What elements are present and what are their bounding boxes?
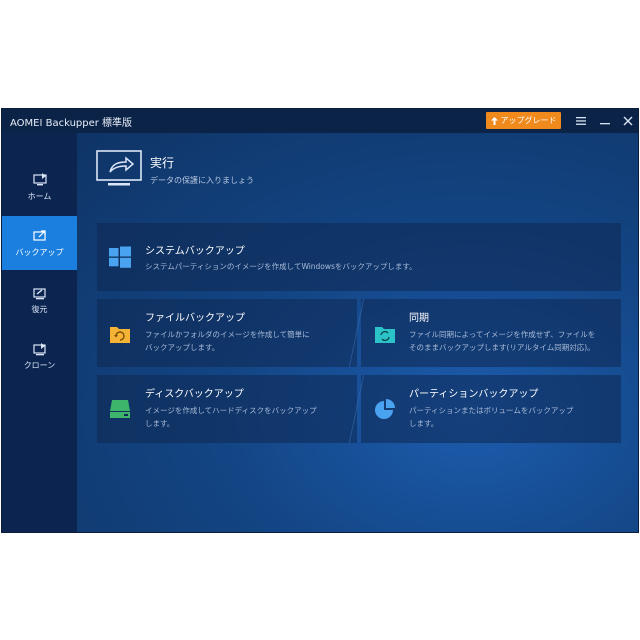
page-subtitle: データの保護に入りましょう — [150, 176, 254, 185]
card-description: します。 — [409, 419, 439, 428]
card-title: パーティションバックアップ — [409, 389, 539, 400]
card-description: ファイルかフォルダのイメージを作成して簡単に — [145, 330, 310, 339]
card-description: します。 — [145, 419, 175, 428]
card-description: イメージを作成してハードディスクをバックアップ — [145, 406, 317, 415]
sync-card[interactable]: 同期 ファイル同期によってイメージを作成せず、ファイルを そのままバックアップし… — [361, 299, 621, 367]
clone-icon — [32, 342, 46, 355]
sidebar-item-label: 復元 — [31, 304, 48, 314]
window-title: AOMEI Backupper 標準版 — [10, 117, 133, 129]
card-description: システムパーティションのイメージを作成してWindowsをバックアップします。 — [145, 262, 417, 271]
sidebar-item-label: クローン — [23, 360, 56, 370]
sidebar-item-home[interactable]: ホーム — [2, 160, 77, 214]
file-backup-card[interactable]: ファイルバックアップ ファイルかフォルダのイメージを作成して簡単に バックアップ… — [97, 299, 357, 367]
home-icon — [32, 172, 47, 185]
card-description: パーティションまたはボリュームをバックアップ — [409, 406, 574, 415]
card-description: バックアップします。 — [145, 343, 220, 352]
menu-icon[interactable] — [573, 113, 589, 129]
card-description: そのままバックアップします(リアルタイム同期対応)。 — [409, 343, 595, 352]
app-window: AOMEI Backupper 標準版 アップグレード ホーム バックアップ 復… — [1, 108, 639, 533]
sync-folder-icon — [375, 327, 395, 343]
system-backup-card[interactable]: システムバックアップ システムパーティションのイメージを作成してWindowsを… — [97, 223, 621, 291]
upgrade-button[interactable]: アップグレード — [486, 112, 561, 129]
title-bar: AOMEI Backupper 標準版 アップグレード — [2, 109, 638, 133]
partition-backup-card[interactable]: パーティションバックアップ パーティションまたはボリュームをバックアップ します… — [361, 375, 621, 443]
sidebar: ホーム バックアップ 復元 クローン — [2, 133, 77, 532]
sidebar-item-label: バックアップ — [15, 247, 64, 257]
card-title: ディスクバックアップ — [145, 389, 244, 400]
restore-icon — [32, 287, 46, 299]
upgrade-label: アップグレード — [500, 116, 557, 125]
upload-icon — [490, 116, 498, 125]
minimize-icon[interactable] — [597, 113, 613, 129]
disk-backup-card[interactable]: ディスクバックアップ イメージを作成してハードディスクをバックアップ します。 — [97, 375, 357, 443]
card-title: システムバックアップ — [145, 246, 245, 257]
card-title: ファイルバックアップ — [145, 313, 245, 324]
disk-icon — [110, 400, 130, 418]
card-description: ファイル同期によってイメージを作成せず、ファイルを — [409, 330, 596, 339]
sidebar-item-backup[interactable]: バックアップ — [2, 216, 77, 270]
monitor-share-icon — [96, 150, 142, 186]
sidebar-item-restore[interactable]: 復元 — [2, 273, 77, 327]
page-title: 実行 — [150, 156, 175, 170]
backup-icon — [32, 229, 46, 241]
folder-sync-icon — [110, 327, 130, 343]
windows-icon — [109, 246, 131, 268]
pie-chart-icon — [375, 399, 395, 419]
card-title: 同期 — [409, 313, 429, 324]
close-icon[interactable] — [620, 113, 636, 129]
main-panel: 実行 データの保護に入りましょう システムバックアップ システムパーティションの… — [77, 133, 638, 532]
sidebar-item-label: ホーム — [27, 191, 52, 201]
sidebar-item-clone[interactable]: クローン — [2, 329, 77, 383]
